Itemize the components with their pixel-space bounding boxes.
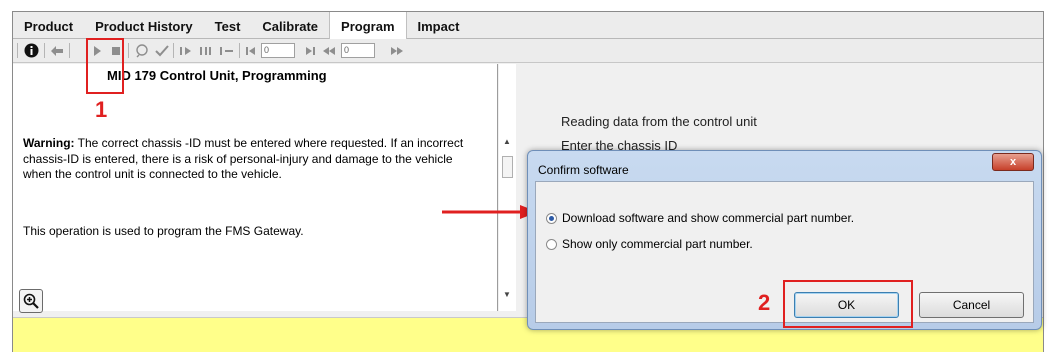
step-number: 1 (95, 97, 108, 122)
vertical-scrollbar[interactable]: ▲ ▼ (499, 64, 516, 311)
eye-icon[interactable] (134, 42, 150, 59)
toolbar-separator (239, 43, 240, 58)
toolbar-separator (173, 43, 174, 58)
toolbar-separator (44, 43, 45, 58)
scroll-down-arrow-icon[interactable]: ▼ (503, 290, 511, 299)
fast-forward-icon[interactable] (389, 42, 405, 59)
status-line: Reading data from the control unit (561, 114, 757, 129)
cancel-button[interactable]: Cancel (919, 292, 1024, 318)
tab-bar: Product Product History Test Calibrate P… (13, 12, 1043, 40)
highlight-box (783, 280, 913, 328)
panel-title: MID 179 Control Unit, Programming (107, 68, 327, 83)
radio-selected-icon[interactable] (546, 212, 557, 224)
instruction-panel: MID 179 Control Unit, Programming Warnin… (13, 64, 498, 313)
dialog-title: Confirm software (538, 163, 629, 177)
toolbar-separator (69, 43, 70, 58)
warning-body: The correct chassis -ID must be entered … (23, 136, 464, 181)
position-input[interactable]: 0 (261, 43, 295, 58)
info-icon[interactable] (23, 42, 40, 59)
option-label: Download software and show commercial pa… (562, 211, 855, 225)
red-arrow-icon (442, 205, 538, 219)
highlight-box (86, 38, 124, 94)
warning-text: Warning: The correct chassis -ID must be… (23, 136, 483, 183)
tab-test[interactable]: Test (204, 12, 252, 38)
scroll-up-arrow-icon[interactable]: ▲ (503, 137, 511, 146)
step-into-icon[interactable] (179, 42, 193, 59)
step-over-icon[interactable] (199, 42, 215, 59)
checkmark-icon[interactable] (154, 42, 170, 59)
option-show-part-number[interactable]: Show only commercial part number. (546, 237, 753, 251)
first-page-icon[interactable] (244, 42, 258, 59)
tab-product[interactable]: Product (13, 12, 84, 38)
step-number: 2 (758, 290, 771, 315)
last-page-icon[interactable] (303, 42, 317, 59)
rewind-icon[interactable] (321, 42, 337, 59)
radio-unselected-icon[interactable] (546, 238, 557, 250)
tab-program[interactable]: Program (329, 12, 407, 40)
option-download-software[interactable]: Download software and show commercial pa… (546, 211, 854, 225)
info-text: This operation is used to program the FM… (23, 224, 304, 238)
option-label: Show only commercial part number. (562, 237, 753, 251)
back-arrow-icon[interactable] (49, 42, 65, 59)
scroll-thumb[interactable] (502, 156, 513, 178)
count-input[interactable]: 0 (341, 43, 375, 58)
tab-calibrate[interactable]: Calibrate (251, 12, 329, 38)
tab-impact[interactable]: Impact (407, 12, 471, 38)
toolbar-separator (128, 43, 129, 58)
warning-label: Warning: (23, 136, 75, 150)
tab-product-history[interactable]: Product History (84, 12, 204, 38)
toolbar: 0 0 (13, 39, 1043, 63)
zoom-in-icon[interactable] (19, 289, 43, 313)
close-button[interactable]: x (992, 153, 1034, 171)
toolbar-grip (17, 43, 18, 58)
step-out-icon[interactable] (219, 42, 235, 59)
